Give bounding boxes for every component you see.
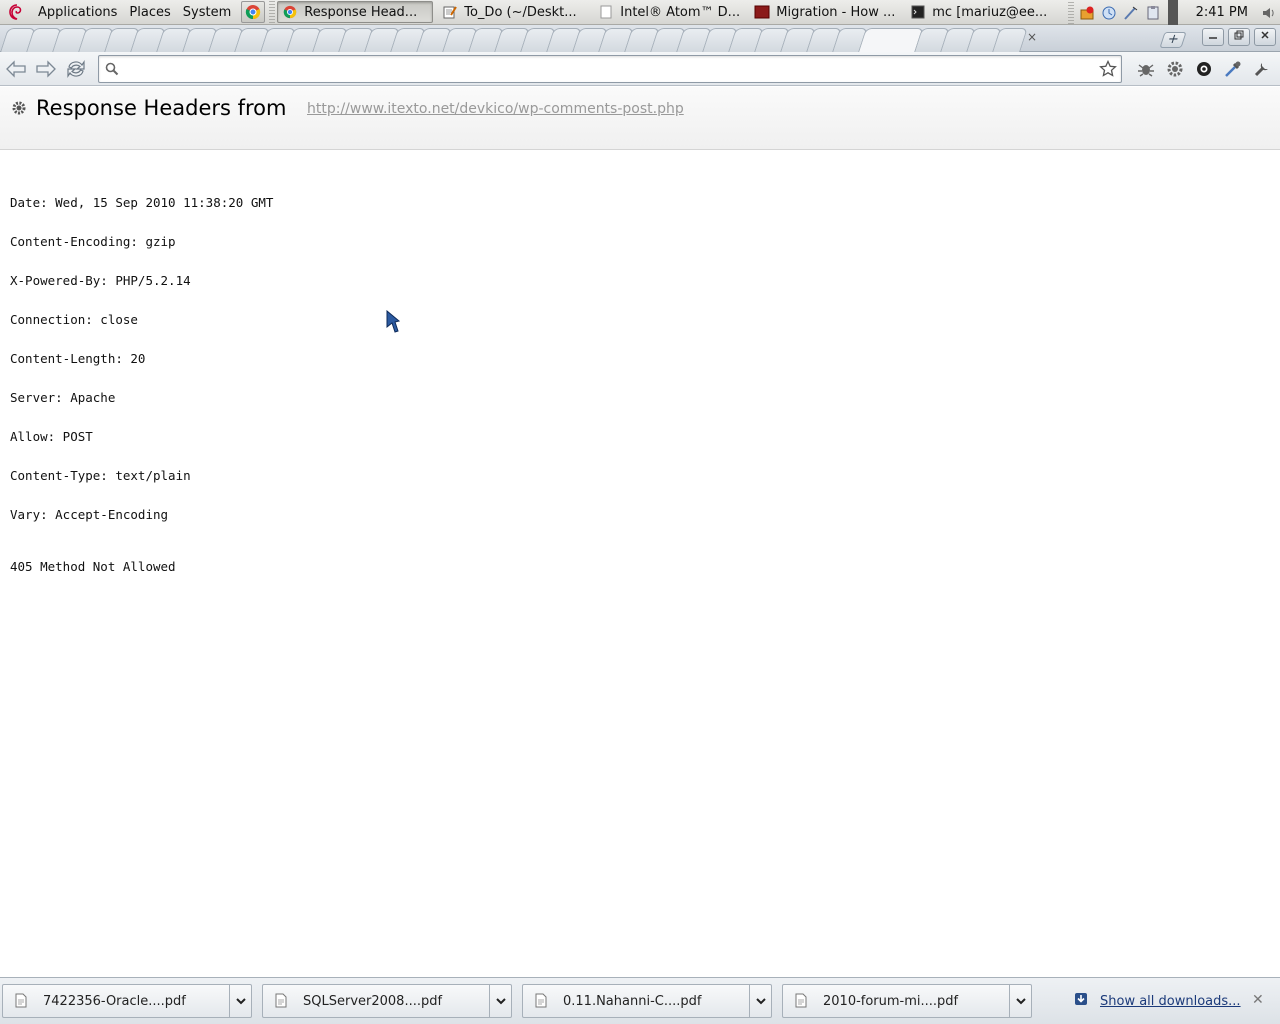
pdf-file-icon [795, 993, 809, 1009]
extension-toolbar [1134, 55, 1274, 83]
task-label: Intel® Atom™ D... [620, 4, 741, 20]
task-todo[interactable]: To_Do (~/Deskt... [437, 1, 589, 23]
mouse-cursor-icon [386, 309, 402, 338]
reload-icon [67, 59, 85, 78]
tab-close-icon[interactable]: × [1024, 29, 1040, 45]
clock-applet-icon[interactable] [1098, 2, 1120, 24]
pdf-file-icon [535, 993, 549, 1009]
header-line: Content-Encoding: gzip [10, 234, 176, 249]
task-label: Migration - How ... [776, 4, 896, 20]
omnibox-input[interactable] [125, 60, 1085, 78]
document-icon [598, 4, 614, 20]
system-tray: 2:41 PM [1064, 0, 1280, 25]
chevron-down-icon[interactable] [1009, 985, 1031, 1017]
response-headers: Date: Wed, 15 Sep 2010 11:38:20 GMT Cont… [10, 170, 273, 586]
task-intel-atom[interactable]: Intel® Atom™ D... [593, 1, 745, 23]
header-line: Content-Type: text/plain [10, 468, 191, 483]
download-filename: 2010-forum-mi....pdf [823, 993, 959, 1009]
task-migration[interactable]: Migration - How ... [749, 1, 901, 23]
maximize-icon[interactable] [1228, 28, 1250, 46]
download-item[interactable]: 7422356-Oracle....pdf [2, 984, 252, 1018]
header-line: Date: Wed, 15 Sep 2010 11:38:20 GMT [10, 195, 274, 210]
task-response-headers[interactable]: Response Head... [277, 1, 434, 23]
download-filename: SQLServer2008....pdf [303, 993, 443, 1009]
settings-gear-icon[interactable] [1192, 55, 1216, 83]
back-arrow-icon [6, 59, 26, 78]
task-label: mc [mariuz@ee... [932, 4, 1048, 20]
gear-extension-icon[interactable] [1163, 55, 1187, 83]
download-item[interactable]: SQLServer2008....pdf [262, 984, 512, 1018]
search-icon [105, 62, 119, 80]
download-item[interactable]: 0.11.Nahanni-C....pdf [522, 984, 772, 1018]
download-filename: 7422356-Oracle....pdf [43, 993, 186, 1009]
panel-clock[interactable]: 2:41 PM [1182, 5, 1258, 20]
download-item[interactable]: 2010-forum-mi....pdf [782, 984, 1032, 1018]
chrome-launcher-icon[interactable] [241, 1, 266, 23]
download-shelf: 7422356-Oracle....pdf SQLServer2008....p… [0, 977, 1280, 1024]
chrome-icon [282, 4, 298, 20]
bug-extension-icon[interactable] [1134, 55, 1158, 83]
new-tab-button[interactable]: + [1159, 32, 1187, 48]
header-line: Allow: POST [10, 429, 93, 444]
chevron-down-icon[interactable] [749, 985, 771, 1017]
chevron-down-icon[interactable] [489, 985, 511, 1017]
update-notifier-icon[interactable] [1076, 2, 1098, 24]
edit-tool-icon[interactable] [1120, 2, 1142, 24]
close-shelf-icon[interactable]: ✕ [1252, 992, 1264, 1008]
system-menu[interactable]: System [177, 0, 237, 25]
chevron-down-icon[interactable] [229, 985, 251, 1017]
tray-grip[interactable] [1067, 1, 1074, 24]
omnibox[interactable] [98, 55, 1122, 83]
header-line: Vary: Accept-Encoding [10, 507, 169, 522]
debian-logo-icon[interactable] [6, 2, 26, 22]
task-label: To_Do (~/Deskt... [464, 4, 577, 20]
request-url-link[interactable]: http://www.itexto.net/devkico/wp-comment… [307, 101, 684, 117]
header-line: Content-Length: 20 [10, 351, 146, 366]
tab-list [0, 28, 1168, 52]
task-terminal-mc[interactable]: mc [mariuz@ee... [905, 1, 1055, 23]
forward-button[interactable] [32, 55, 60, 83]
forward-arrow-icon [36, 59, 56, 78]
header-line: Connection: close [10, 312, 138, 327]
terminal-icon [910, 4, 926, 20]
eyedropper-icon[interactable] [1221, 55, 1245, 83]
back-button[interactable] [2, 55, 30, 83]
top-panel: Applications Places System Response Head… [0, 0, 1280, 25]
tab-strip: × + [0, 25, 1280, 52]
volume-icon[interactable] [1258, 2, 1280, 24]
close-window-icon[interactable] [1254, 28, 1276, 46]
download-filename: 0.11.Nahanni-C....pdf [563, 993, 702, 1009]
task-label: Response Head... [304, 4, 418, 20]
panel-grip[interactable] [269, 1, 276, 23]
clipboard-icon[interactable] [1142, 2, 1164, 24]
bookmark-star-icon[interactable] [1099, 59, 1117, 82]
book-icon [754, 4, 770, 20]
text-editor-icon [442, 4, 458, 20]
minimize-icon[interactable] [1202, 28, 1224, 46]
gear-icon [11, 100, 27, 120]
pdf-file-icon [275, 993, 289, 1009]
page-header: Response Headers from http://www.itexto.… [0, 87, 1280, 150]
applications-menu[interactable]: Applications [32, 0, 123, 25]
page-title: Response Headers from [36, 96, 287, 120]
wrench-menu-icon[interactable] [1250, 55, 1274, 83]
tray-separator [1167, 0, 1178, 25]
download-arrow-icon [1074, 992, 1088, 1010]
header-line: Server: Apache [10, 390, 116, 405]
show-all-downloads-link[interactable]: Show all downloads... [1100, 994, 1241, 1009]
pdf-file-icon [15, 993, 29, 1009]
places-menu[interactable]: Places [123, 0, 176, 25]
header-line: X-Powered-By: PHP/5.2.14 [10, 273, 191, 288]
reload-button[interactable] [62, 55, 90, 83]
show-all-downloads: Show all downloads... [1074, 992, 1241, 1010]
response-status: 405 Method Not Allowed [10, 559, 176, 574]
browser-toolbar [0, 52, 1280, 86]
